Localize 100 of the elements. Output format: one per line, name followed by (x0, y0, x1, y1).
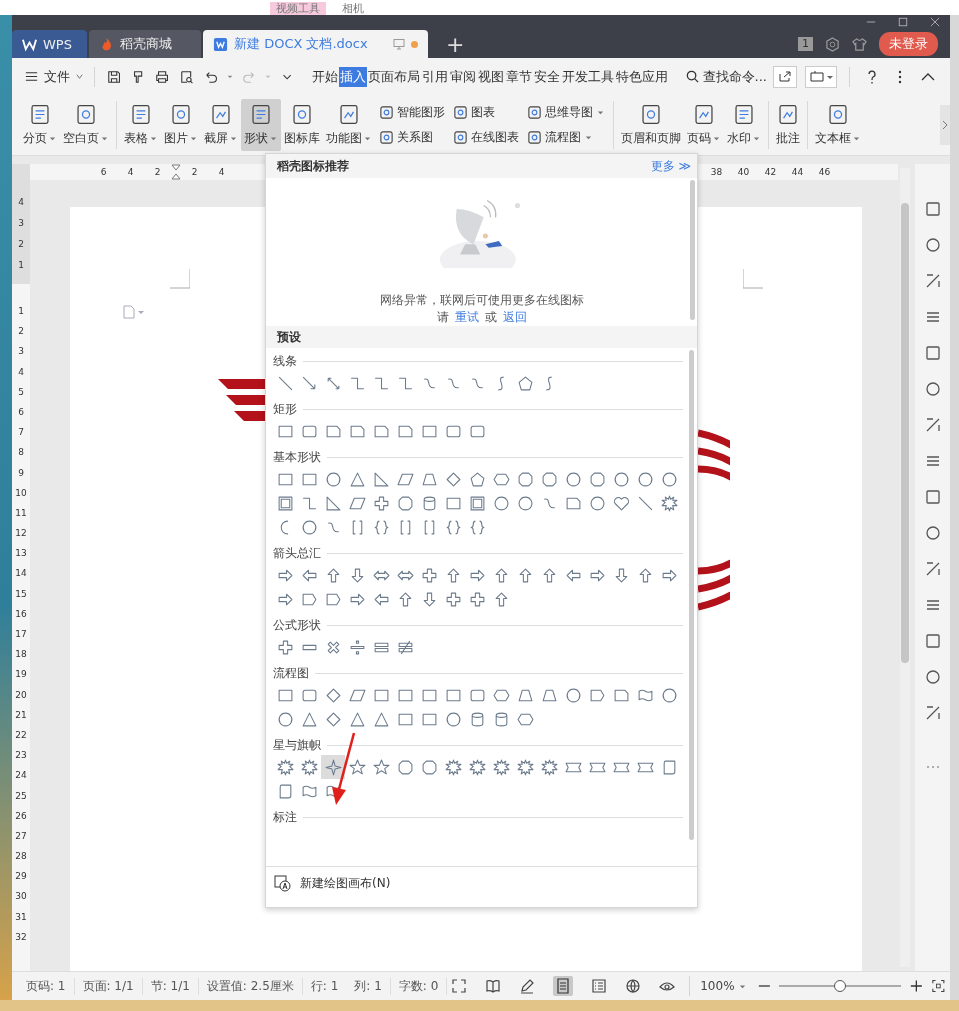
ruler-number: 32 (15, 930, 27, 944)
category-title: 公式形状 (273, 616, 321, 634)
window-tab[interactable]: 新建 DOCX 文档.docx (203, 30, 428, 58)
zoom-in-icon[interactable] (908, 978, 924, 994)
ribbon-tab[interactable]: 特色应用 (614, 66, 669, 87)
ribbon-tab[interactable]: 安全 (532, 66, 561, 87)
status-field[interactable]: 设置值: 2.5厘米 (198, 977, 303, 995)
ribbon-button[interactable]: 图标库 (281, 99, 323, 151)
ruler-number: 18 (15, 648, 27, 662)
ribbon-tab[interactable]: 引用 (420, 66, 449, 87)
status-field[interactable]: 节: 1/1 (142, 977, 199, 995)
fit-window-icon[interactable] (931, 978, 946, 994)
ribbon-button[interactable]: 思维导图 (527, 104, 605, 121)
hexagon-icon[interactable] (825, 36, 840, 52)
caret-icon (75, 72, 84, 81)
outline-icon[interactable] (591, 978, 608, 994)
ruler-number: 38 (709, 167, 724, 177)
ribbon-button[interactable]: 流程图 (527, 129, 605, 146)
search-icon (684, 69, 700, 84)
ribbon-tab[interactable]: 章节 (504, 66, 533, 87)
ribbon-button[interactable]: 截屏 (201, 99, 241, 151)
book-icon[interactable] (485, 978, 502, 994)
ruler-number: 5 (18, 385, 24, 399)
monitor-icon[interactable] (393, 38, 405, 50)
window-tab[interactable]: 稻壳商城 (89, 30, 201, 58)
scrollbar[interactable] (689, 350, 694, 840)
ribbon-button[interactable]: 功能图 (323, 99, 375, 151)
ruler-number: 12 (15, 527, 27, 541)
unsaved-dot (411, 40, 418, 48)
ruler-number: 28 (15, 850, 27, 864)
new-tab-button[interactable]: + (446, 32, 465, 58)
ribbon-tab[interactable]: 页面布局 (366, 66, 421, 87)
window-tab[interactable]: WPS (12, 30, 87, 58)
ruler-number: 11 (15, 506, 27, 520)
globe-icon[interactable] (625, 978, 642, 994)
scrollbar[interactable] (690, 180, 695, 320)
back-link[interactable]: 返回 (502, 309, 527, 326)
ribbon-button[interactable]: 表格 (121, 99, 161, 151)
close-icon[interactable] (930, 17, 940, 27)
ruler-number: 9 (18, 466, 24, 480)
ribbon-button[interactable]: 图表 (453, 104, 519, 121)
file-menu-button[interactable]: 文件 (24, 67, 84, 86)
ribbon-button[interactable]: 页眉和页脚 (618, 99, 684, 151)
ribbon-button[interactable]: 智能图形 (379, 104, 445, 121)
ribbon-tab[interactable]: 审阅 (448, 66, 477, 87)
status-field[interactable]: 页码: 1 (18, 977, 75, 995)
maximize-icon[interactable] (898, 17, 908, 27)
vertical-scrollbar[interactable] (900, 168, 910, 967)
window-count-badge[interactable]: 1 (798, 37, 813, 51)
ruler-number: 17 (15, 628, 27, 641)
ribbon-tab[interactable]: 开发工具 (560, 66, 615, 87)
print-preview-icon[interactable] (179, 68, 194, 85)
ruler-number: 40 (736, 167, 751, 177)
ribbon-tab[interactable]: 视图 (476, 66, 505, 87)
print-icon[interactable] (155, 68, 170, 85)
retry-text: 请 (436, 309, 449, 326)
ruler-number: 3 (18, 217, 24, 230)
ruler-number: 13 (15, 547, 27, 561)
ruler-number: 1 (18, 305, 24, 318)
page-view-icon[interactable] (553, 976, 574, 996)
shirt-icon[interactable] (852, 36, 867, 52)
login-button[interactable]: 未登录 (879, 32, 938, 56)
document-icon[interactable] (122, 305, 146, 319)
ruler-number: 3 (18, 345, 24, 359)
ruler-number: 4 (18, 196, 24, 209)
ribbon-button[interactable]: 文本框 (812, 99, 864, 151)
status-field[interactable]: 字数: 0 (390, 977, 448, 995)
status-field[interactable]: 页面: 1/1 (74, 977, 143, 995)
status-field[interactable]: 行: 1 (302, 977, 347, 995)
ribbon-tab[interactable]: 插入 (338, 66, 367, 87)
ribbon-tab[interactable]: 开始 (310, 66, 339, 87)
zoom-dropdown[interactable]: 100% (700, 979, 747, 993)
command-search[interactable]: 查找命令... (684, 67, 767, 86)
ribbon-button[interactable]: 在线图表 (453, 129, 519, 146)
ribbon-button[interactable]: 批注 (773, 99, 803, 151)
ribbon-button[interactable]: 图片 (161, 99, 201, 151)
ribbon-button[interactable]: 空白页 (60, 99, 112, 151)
ribbon-button[interactable]: 形状 (241, 99, 281, 151)
status-field[interactable]: 列: 1 (346, 977, 391, 995)
ruler-number: 19 (15, 668, 27, 682)
ribbon-button[interactable]: 关系图 (379, 129, 445, 146)
category-title: 矩形 (273, 400, 297, 418)
ruler-number: 46 (817, 167, 832, 177)
ruler-number: 10 (15, 486, 27, 500)
ruler-number: 2 (153, 167, 162, 177)
save-icon[interactable] (106, 68, 122, 85)
retry-link[interactable]: 重试 (454, 309, 479, 326)
canvas-icon (274, 874, 292, 893)
ribbon-button[interactable]: 页码 (684, 99, 724, 151)
new-canvas-button[interactable]: 新建绘图画布(N) (266, 866, 697, 900)
ribbon-button[interactable]: 分页 (20, 99, 60, 151)
ribbon-button[interactable]: 水印 (724, 99, 764, 151)
category-title: 星与旗帜 (273, 736, 321, 754)
indent-marker-icon[interactable] (171, 164, 181, 180)
fullscreen-icon[interactable] (451, 978, 468, 994)
category-title: 箭头总汇 (273, 544, 321, 562)
ruler-number: 44 (790, 167, 805, 177)
ruler-number: 4 (18, 365, 24, 379)
collaboration-dropdown-icon[interactable] (805, 65, 837, 88)
more-link[interactable]: 更多 ≫ (650, 157, 691, 175)
